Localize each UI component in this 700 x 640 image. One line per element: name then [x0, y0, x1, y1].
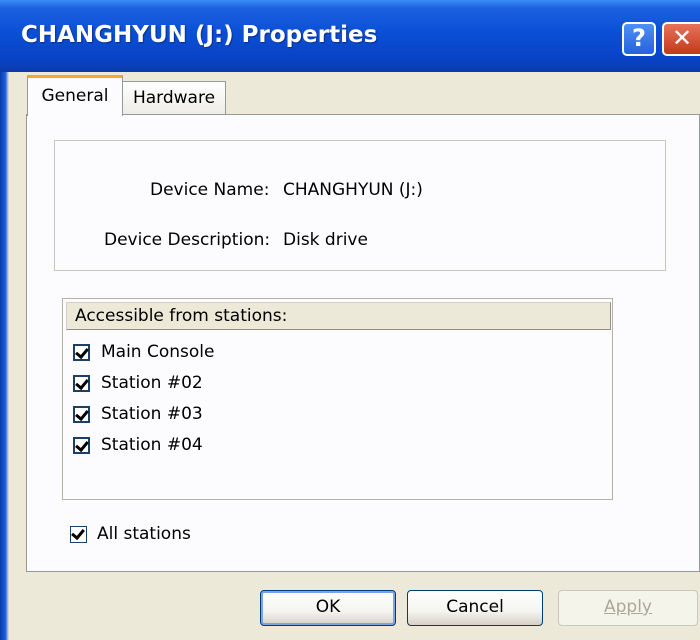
- all-stations-checkbox[interactable]: [70, 526, 87, 543]
- window-title: CHANGHYUN (J:) Properties: [21, 22, 378, 48]
- stations-list-header[interactable]: Accessible from stations:: [66, 302, 611, 330]
- device-name-label: Device Name:: [150, 180, 270, 200]
- title-bar[interactable]: CHANGHYUN (J:) Properties ? ✕: [0, 0, 700, 72]
- station-04-checkbox[interactable]: [73, 437, 90, 454]
- apply-button-label: Apply: [604, 597, 652, 617]
- device-info-box: [54, 140, 666, 271]
- station-03-checkbox[interactable]: [73, 406, 90, 423]
- list-item-label: Station #04: [101, 435, 203, 455]
- list-item-label: Main Console: [101, 342, 215, 362]
- apply-button[interactable]: Apply: [558, 590, 698, 626]
- list-item-label: Station #02: [101, 373, 203, 393]
- device-description-value: Disk drive: [283, 230, 368, 250]
- close-button[interactable]: ✕: [662, 22, 700, 56]
- ok-button[interactable]: OK: [260, 590, 396, 626]
- device-name-value: CHANGHYUN (J:): [283, 180, 423, 200]
- main-console-checkbox[interactable]: [73, 344, 90, 361]
- cancel-button[interactable]: Cancel: [407, 590, 543, 626]
- window-frame: [0, 72, 9, 640]
- tab-general[interactable]: General: [27, 75, 123, 116]
- all-stations-label[interactable]: All stations: [97, 524, 191, 544]
- list-item-label: Station #03: [101, 404, 203, 424]
- close-icon: ✕: [671, 24, 693, 52]
- tab-hardware[interactable]: Hardware: [122, 81, 226, 116]
- device-description-label: Device Description:: [104, 230, 271, 250]
- help-button[interactable]: ?: [622, 22, 656, 56]
- help-icon: ?: [632, 24, 646, 52]
- station-02-checkbox[interactable]: [73, 375, 90, 392]
